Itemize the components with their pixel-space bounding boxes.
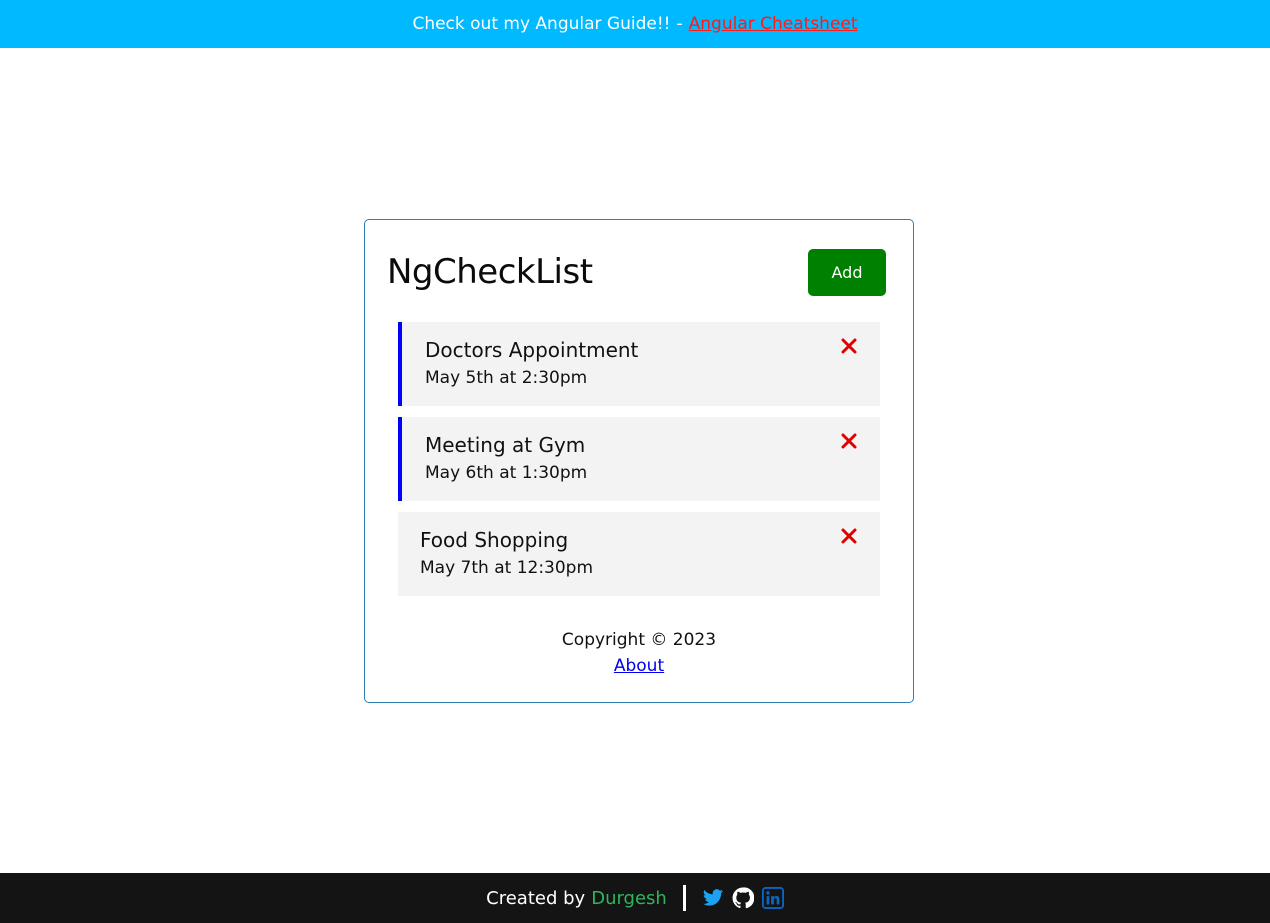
app-title: NgCheckList	[387, 252, 593, 292]
task-day: May 7th at 12:30pm	[420, 558, 594, 578]
task-day: May 5th at 2:30pm	[425, 368, 588, 388]
close-icon[interactable]	[840, 433, 858, 451]
task-title: Meeting at Gym	[425, 433, 586, 457]
author-name: Durgesh	[591, 887, 667, 909]
checklist-card: NgCheckList Add Doctors Appointment May …	[364, 219, 914, 703]
copyright-text: Copyright © 2023	[561, 630, 717, 650]
social-links	[702, 887, 784, 909]
banner-text: Check out my Angular Guide!!	[412, 14, 671, 34]
task-title: Doctors Appointment	[425, 338, 639, 362]
banner-separator: -	[676, 14, 683, 34]
bottom-bar: Created by Durgesh	[0, 873, 1270, 923]
card-footer: Copyright © 2023 About	[365, 627, 913, 679]
close-icon[interactable]	[840, 528, 858, 546]
github-icon[interactable]	[732, 887, 754, 909]
task-list: Doctors Appointment May 5th at 2:30pm Me…	[398, 322, 880, 607]
created-by-text: Created by	[486, 887, 586, 909]
twitter-icon[interactable]	[702, 887, 724, 909]
task-item[interactable]: Doctors Appointment May 5th at 2:30pm	[398, 322, 880, 406]
close-icon[interactable]	[840, 338, 858, 356]
task-item[interactable]: Food Shopping May 7th at 12:30pm	[398, 512, 880, 596]
about-link[interactable]: About	[614, 656, 664, 676]
angular-cheatsheet-link[interactable]: Angular Cheatsheet	[689, 14, 858, 34]
card-header: NgCheckList Add	[387, 248, 886, 296]
task-day: May 6th at 1:30pm	[425, 463, 588, 483]
top-banner: Check out my Angular Guide!! - Angular C…	[0, 0, 1270, 48]
add-button[interactable]: Add	[808, 248, 886, 296]
task-item[interactable]: Meeting at Gym May 6th at 1:30pm	[398, 417, 880, 501]
divider	[682, 885, 686, 911]
task-title: Food Shopping	[420, 528, 569, 552]
linkedin-icon[interactable]	[761, 887, 784, 909]
